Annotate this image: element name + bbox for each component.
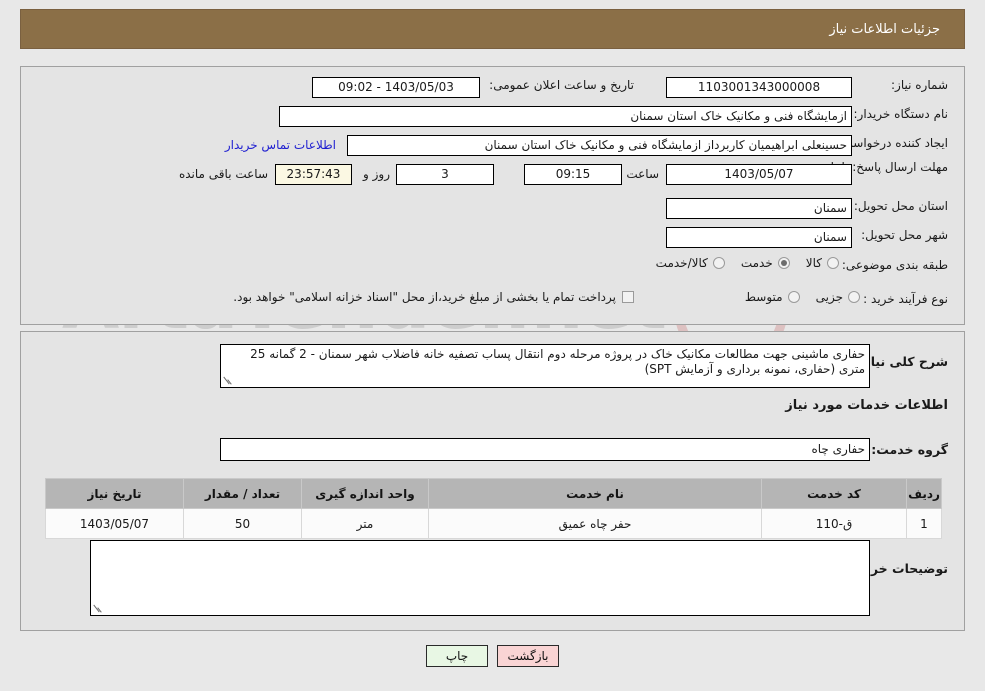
cell-date: 1403/05/07	[45, 508, 184, 539]
category-radio-group: کالا خدمت کالا/خدمت	[640, 256, 839, 270]
deadline-date-value: 1403/05/07	[666, 164, 852, 185]
cell-code: ق-110	[761, 508, 907, 539]
general-desc-label: شرح کلی نیاز:	[858, 354, 948, 369]
city-value: سمنان	[666, 227, 852, 248]
col-quantity: تعداد / مقدار	[183, 478, 302, 509]
category-option-1[interactable]: خدمت	[741, 256, 790, 270]
category-option-2[interactable]: کالا/خدمت	[656, 256, 725, 270]
col-date: تاریخ نیاز	[45, 478, 184, 509]
cell-unit: متر	[301, 508, 429, 539]
purchase-type-option-0[interactable]: جزیی	[816, 290, 860, 304]
buyer-contact-link[interactable]: اطلاعات تماس خریدار	[225, 138, 336, 152]
service-group-value: حفاری چاه	[220, 438, 870, 461]
province-label: استان محل تحویل:	[853, 199, 948, 213]
remaining-days-label: روز و	[363, 167, 390, 181]
countdown-label: ساعت باقی مانده	[178, 167, 268, 181]
treasury-bond-checkbox-icon[interactable]	[622, 291, 634, 303]
services-table: ردیف کد خدمت نام خدمت واحد اندازه گیری ت…	[45, 478, 942, 539]
action-button-bar: بازگشت چاپ	[0, 645, 985, 667]
cell-name: حفر چاه عمیق	[428, 508, 762, 539]
city-label: شهر محل تحویل:	[861, 228, 948, 242]
service-group-label: گروه خدمت:	[871, 442, 948, 457]
deadline-time-value: 09:15	[524, 164, 622, 185]
purchase-type-radio-icon-1[interactable]	[787, 291, 800, 303]
need-number-label: شماره نیاز:	[891, 78, 948, 92]
requester-label: ایجاد کننده درخواست:	[837, 136, 948, 150]
need-number-value: 1103001343000008	[666, 77, 852, 98]
purchase-type-radio-group: جزیی متوسط	[729, 290, 860, 304]
countdown-value: 23:57:43	[275, 164, 352, 185]
category-option-label-1: خدمت	[740, 256, 773, 270]
col-name: نام خدمت	[428, 478, 762, 509]
buyer-org-value: ازمایشگاه فنی و مکانیک خاک استان سمنان	[279, 106, 852, 127]
purchase-type-label: نوع فرآیند خرید :	[863, 292, 948, 306]
deadline-time-label: ساعت	[626, 167, 659, 181]
purchase-type-option-1[interactable]: متوسط	[745, 290, 800, 304]
col-unit: واحد اندازه گیری	[301, 478, 429, 509]
province-value: سمنان	[666, 198, 852, 219]
cell-quantity: 50	[183, 508, 302, 539]
cell-row: 1	[906, 508, 942, 539]
need-details-panel: شرح کلی نیاز: حفاری ماشینی جهت مطالعات م…	[20, 331, 965, 631]
buyer-org-label: نام دستگاه خریدار:	[853, 107, 949, 121]
return-button[interactable]: بازگشت	[497, 645, 559, 667]
category-option-label-2: کالا/خدمت	[655, 256, 708, 270]
requester-value: حسینعلی ابراهیمیان کاربرداز ازمایشگاه فن…	[347, 135, 852, 156]
purchase-type-option-label-0: جزیی	[815, 290, 843, 304]
resize-grip-icon[interactable]	[223, 376, 233, 386]
category-radio-icon-0[interactable]	[827, 257, 839, 269]
print-button[interactable]: چاپ	[426, 645, 488, 667]
services-section-title: اطلاعات خدمات مورد نیاز	[785, 398, 948, 413]
announce-datetime-label: تاریخ و ساعت اعلان عمومی:	[489, 78, 634, 92]
col-code: کد خدمت	[761, 478, 907, 509]
table-header-row: ردیف کد خدمت نام خدمت واحد اندازه گیری ت…	[45, 478, 942, 509]
category-option-label-0: کالا	[805, 256, 822, 270]
page-title: جزئیات اطلاعات نیاز	[829, 21, 940, 37]
category-radio-icon-2[interactable]	[712, 257, 725, 269]
category-option-0[interactable]: کالا	[806, 256, 839, 270]
general-desc-textarea[interactable]: حفاری ماشینی جهت مطالعات مکانیک خاک در پ…	[220, 344, 870, 388]
category-label: طبقه بندی موضوعی:	[841, 258, 948, 272]
need-summary-panel: شماره نیاز: 1103001343000008 تاریخ و ساع…	[20, 66, 965, 325]
remaining-days-value: 3	[396, 164, 494, 185]
category-radio-icon-1[interactable]	[777, 257, 790, 269]
treasury-bond-checkbox-row[interactable]: پرداخت تمام یا بخشی از مبلغ خرید،از محل …	[233, 290, 634, 304]
col-row: ردیف	[906, 478, 942, 509]
purchase-type-radio-icon-0[interactable]	[848, 291, 860, 303]
buyer-notes-textarea[interactable]	[90, 540, 870, 616]
table-row: 1 ق-110 حفر چاه عمیق متر 50 1403/05/07	[45, 508, 942, 539]
general-desc-value: حفاری ماشینی جهت مطالعات مکانیک خاک در پ…	[250, 347, 865, 376]
treasury-bond-label: پرداخت تمام یا بخشی از مبلغ خرید،از محل …	[233, 290, 616, 304]
purchase-type-option-label-1: متوسط	[744, 290, 783, 304]
resize-grip-icon[interactable]	[93, 604, 103, 614]
page-title-bar: جزئیات اطلاعات نیاز	[20, 9, 965, 49]
announce-datetime-value: 1403/05/03 - 09:02	[312, 77, 480, 98]
